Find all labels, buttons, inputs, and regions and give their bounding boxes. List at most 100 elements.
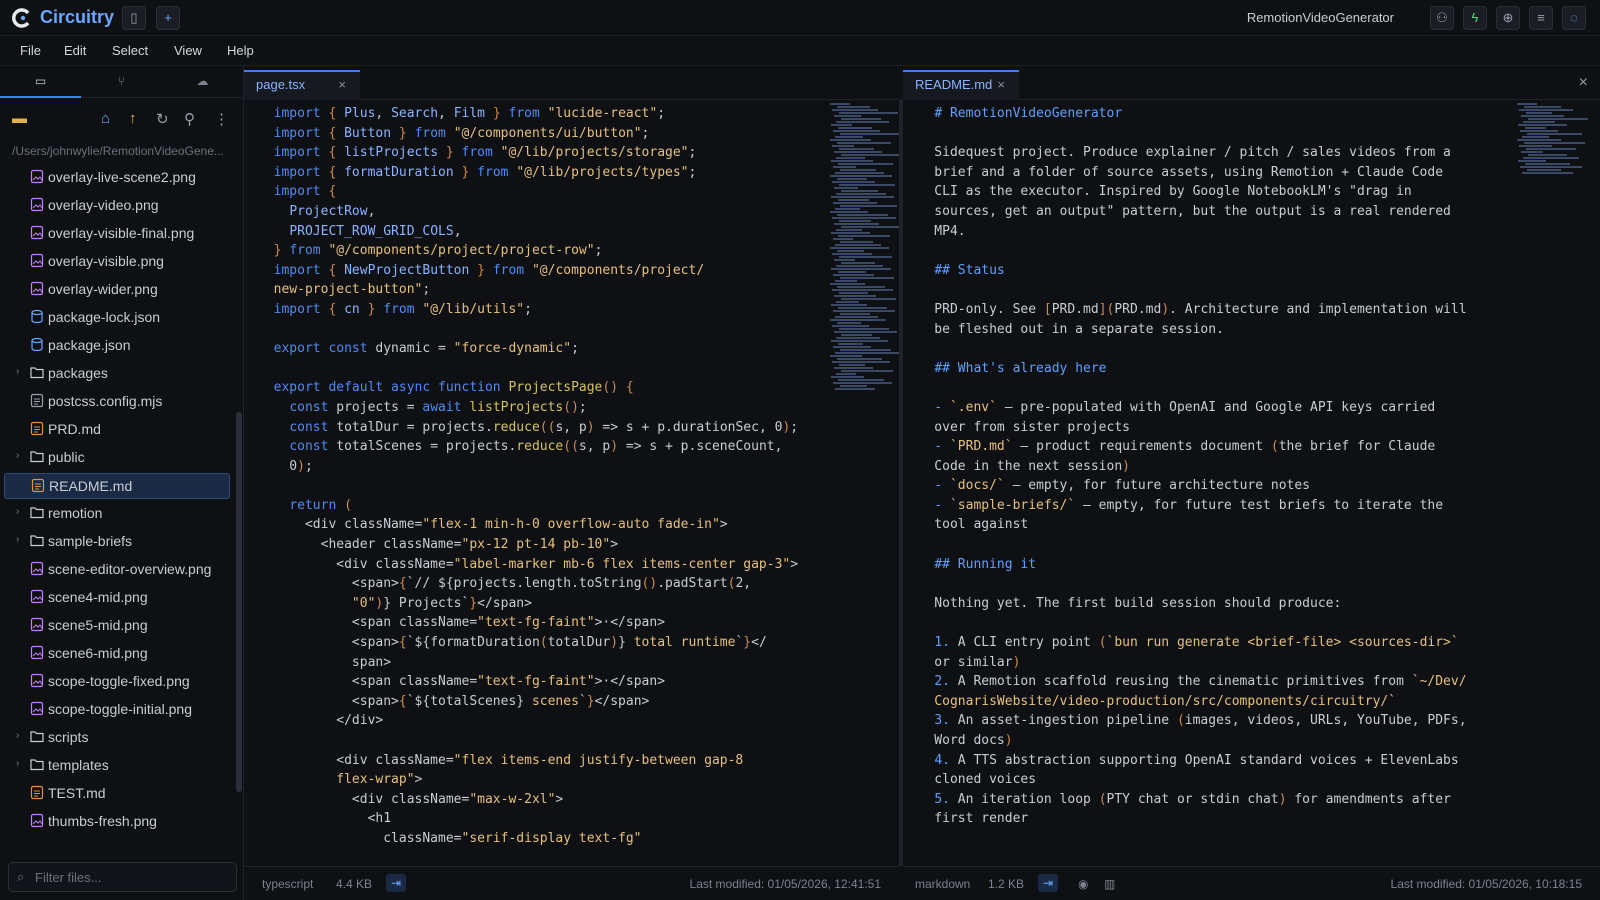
file-row[interactable]: scene5-mid.png <box>4 613 230 639</box>
split-view-icon[interactable]: ▥ <box>1104 877 1115 891</box>
chevron-right-icon[interactable]: › <box>16 730 19 741</box>
toggle-sidebar-button[interactable]: ▯ <box>122 6 146 30</box>
folder-row[interactable]: › public <box>4 445 230 471</box>
left-minimap[interactable] <box>830 102 902 392</box>
folder-row[interactable]: › packages <box>4 361 230 387</box>
menu-select[interactable]: Select <box>112 43 148 58</box>
open-folder-icon[interactable]: ▬ <box>12 110 27 127</box>
close-icon[interactable]: × <box>997 72 1005 98</box>
file-name: thumbs-fresh.png <box>48 813 157 829</box>
file-name: postcss.config.mjs <box>48 393 163 409</box>
zoom-icon[interactable]: ⊕ <box>1496 6 1520 30</box>
minimap-line <box>838 271 866 273</box>
minimap-line <box>1528 154 1567 156</box>
right-minimap[interactable] <box>1517 102 1588 174</box>
file-row[interactable]: overlay-live-scene2.png <box>4 169 230 191</box>
filter-input[interactable] <box>35 868 230 886</box>
minimap-line <box>1522 172 1573 174</box>
last-modified: Last modified: 01/05/2026, 12:41:51 <box>689 877 881 891</box>
new-tab-button[interactable]: + <box>156 6 180 30</box>
plugin-icon[interactable]: ⚲ <box>184 110 195 128</box>
minimap-line <box>835 388 875 390</box>
image-file-icon <box>30 617 44 632</box>
menu-help[interactable]: Help <box>227 43 254 58</box>
file-row[interactable]: PRD.md <box>4 417 230 443</box>
minimap-line <box>840 241 873 243</box>
chevron-right-icon[interactable]: › <box>16 758 19 769</box>
file-row[interactable]: scene4-mid.png <box>4 585 230 611</box>
chevron-right-icon[interactable]: › <box>16 366 19 377</box>
file-row[interactable]: scope-toggle-fixed.png <box>4 669 230 695</box>
minimap-line <box>836 157 865 159</box>
minimap-line <box>837 178 867 180</box>
file-row[interactable]: scope-toggle-initial.png <box>4 697 230 723</box>
minimap-line <box>838 199 869 201</box>
cloud-icon[interactable]: ☁ <box>162 66 243 98</box>
chevron-right-icon[interactable]: › <box>16 534 19 545</box>
file-row[interactable]: overlay-visible-final.png <box>4 221 230 247</box>
file-row[interactable]: overlay-wider.png <box>4 277 230 303</box>
minimap-line <box>1518 160 1546 162</box>
minimap-line <box>841 298 896 300</box>
minimap-line <box>832 181 875 183</box>
folder-icon[interactable]: ▭ <box>0 66 81 98</box>
git-branch-icon[interactable]: ⑂ <box>81 66 162 98</box>
folder-file-icon <box>30 507 44 519</box>
file-row[interactable]: TEST.md <box>4 781 230 807</box>
minimap-line <box>833 202 877 204</box>
folder-row[interactable]: › scripts <box>4 725 230 751</box>
minimap-line <box>840 205 897 207</box>
arrow-up-icon[interactable]: ↑ <box>129 110 137 127</box>
minimap-line <box>832 361 890 363</box>
file-row[interactable]: package-lock.json <box>4 305 230 331</box>
menu-edit[interactable]: Edit <box>64 43 86 58</box>
minimap-line <box>1527 169 1561 171</box>
minimap-line <box>830 355 862 357</box>
file-row[interactable]: scene-editor-overview.png <box>4 557 230 583</box>
file-row[interactable]: overlay-visible.png <box>4 249 230 275</box>
chevron-right-icon[interactable]: › <box>16 450 19 461</box>
markdown-editor[interactable]: # RemotionVideoGenerator Sidequest proje… <box>903 104 1466 829</box>
preview-eye-icon[interactable]: ◉ <box>1078 877 1088 891</box>
file-row[interactable]: README.md <box>4 473 230 499</box>
file-row[interactable]: scene6-mid.png <box>4 641 230 667</box>
minimap-line <box>831 376 864 378</box>
close-pane-icon[interactable]: × <box>1579 74 1588 92</box>
lightning-icon[interactable]: ϟ <box>1463 6 1487 30</box>
wrap-toggle-icon[interactable]: ⇥ <box>386 874 407 892</box>
folder-row[interactable]: › sample-briefs <box>4 529 230 555</box>
code-editor[interactable]: import { Plus, Search, Film } from "luci… <box>258 104 798 849</box>
file-row[interactable]: package.json <box>4 333 230 359</box>
minimap-line <box>836 265 883 267</box>
minimap-line <box>830 283 865 285</box>
md-file-icon <box>31 478 45 493</box>
tab-label: page.tsx <box>256 77 306 92</box>
chevron-right-icon[interactable]: › <box>16 506 19 517</box>
users-icon[interactable]: ⚇ <box>1430 6 1454 30</box>
folder-row[interactable]: › templates <box>4 753 230 779</box>
file-row[interactable]: thumbs-fresh.png <box>4 809 230 835</box>
minimap-line <box>838 163 893 165</box>
file-row[interactable]: postcss.config.mjs <box>4 389 230 415</box>
folder-row[interactable]: › remotion <box>4 501 230 527</box>
image-file-icon <box>30 281 44 296</box>
refresh-icon[interactable]: ↻ <box>156 110 169 128</box>
wrap-toggle-icon[interactable]: ⇥ <box>1038 874 1059 892</box>
menu-view[interactable]: View <box>174 43 202 58</box>
tab-page-tsx[interactable]: page.tsx × <box>244 70 360 100</box>
sidebar-scrollbar[interactable] <box>236 412 242 792</box>
home-icon[interactable]: ⌂ <box>101 110 110 127</box>
left-status-bar: typescript 4.4 KB ⇥ Last modified: 01/05… <box>244 866 899 900</box>
file-name: overlay-visible-final.png <box>48 225 195 241</box>
minimap-line <box>837 286 885 288</box>
chat-icon[interactable]: ◌ <box>1562 6 1586 30</box>
file-name: scene5-mid.png <box>48 617 148 633</box>
menu-icon[interactable]: ≡ <box>1529 6 1553 30</box>
tab-readme-md[interactable]: README.md × <box>903 70 1019 100</box>
more-icon[interactable]: ⋮ <box>214 110 229 128</box>
file-row[interactable]: overlay-video.png <box>4 193 230 219</box>
close-icon[interactable]: × <box>338 72 346 98</box>
minimap-line <box>834 187 858 189</box>
minimap-line <box>833 310 895 312</box>
menu-file[interactable]: File <box>20 43 41 58</box>
